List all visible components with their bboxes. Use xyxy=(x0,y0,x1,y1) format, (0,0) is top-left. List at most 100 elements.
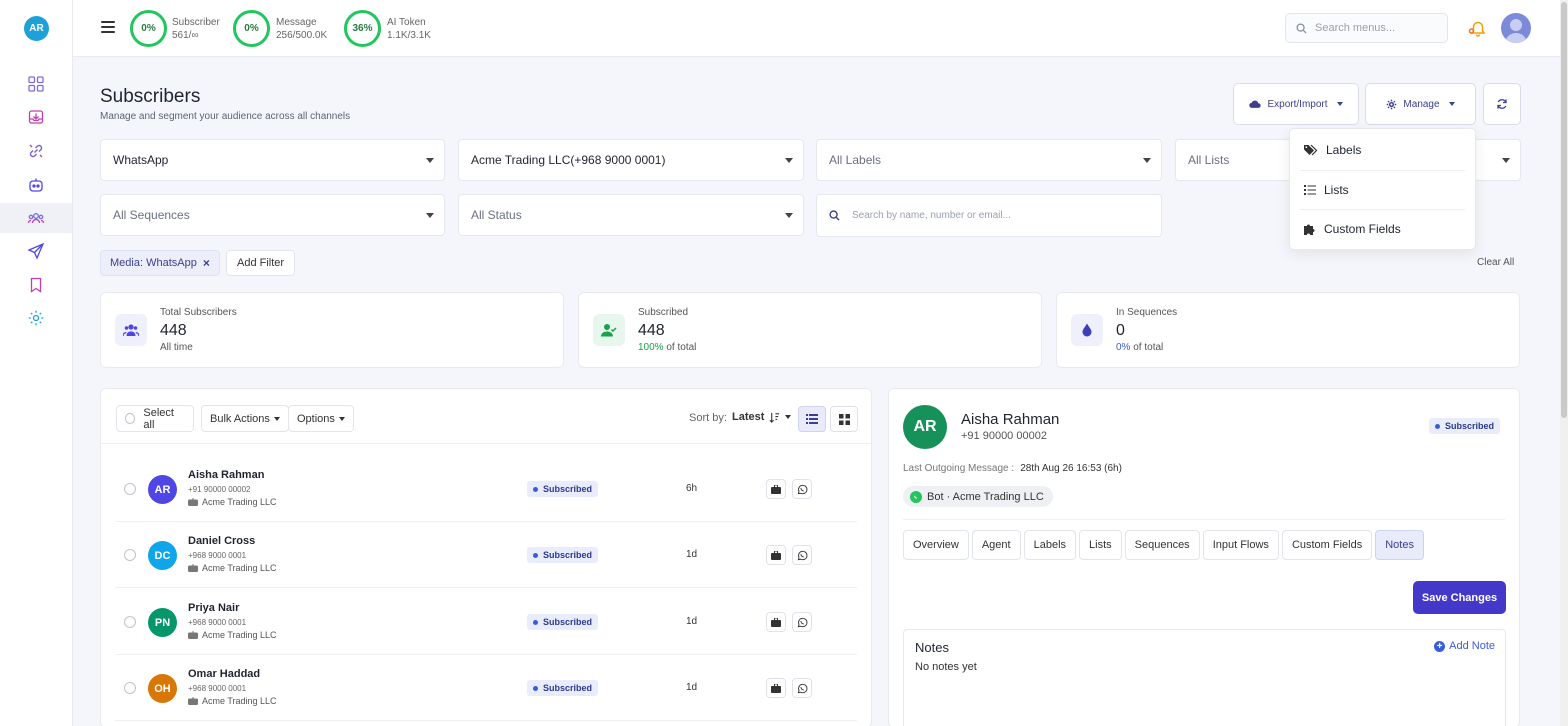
cloud-icon xyxy=(1249,100,1262,108)
ai-token-usage-ring: 36% xyxy=(344,10,381,47)
whatsapp-button[interactable] xyxy=(792,479,812,499)
tab-agent[interactable]: Agent xyxy=(971,530,1021,560)
clear-all-link[interactable]: Clear All xyxy=(1477,257,1514,268)
row-select-radio[interactable] xyxy=(124,549,136,561)
tab-notes[interactable]: Notes xyxy=(1375,530,1424,560)
list-icon xyxy=(1304,185,1316,195)
send-icon xyxy=(27,242,45,260)
link-icon xyxy=(29,144,43,158)
subscriber-search-input[interactable]: Search by name, number or email... xyxy=(816,194,1162,237)
briefcase-button[interactable] xyxy=(766,479,786,499)
briefcase-button[interactable] xyxy=(766,678,786,698)
briefcase-button[interactable] xyxy=(766,612,786,632)
workspace-avatar[interactable]: AR xyxy=(24,16,49,41)
tags-icon xyxy=(1304,144,1318,156)
add-filter-button[interactable]: Add Filter xyxy=(226,250,296,276)
close-icon[interactable]: × xyxy=(203,256,210,270)
row-select-radio[interactable] xyxy=(124,616,136,628)
subscribed-card: Subscribed 448 100% of total xyxy=(578,292,1042,368)
tab-custom-fields[interactable]: Custom Fields xyxy=(1281,530,1373,560)
user-avatar[interactable] xyxy=(1501,13,1531,43)
avatar: AR xyxy=(903,405,947,449)
status-select[interactable]: All Status xyxy=(458,194,804,236)
drop-icon xyxy=(1071,314,1103,346)
sidebar-item-dashboard[interactable] xyxy=(0,69,72,99)
manage-dropdown-menu: Labels Lists Custom Fields xyxy=(1289,128,1476,250)
select-all-toggle[interactable]: Select all xyxy=(116,405,194,432)
tab-labels[interactable]: Labels xyxy=(1023,530,1077,560)
refresh-icon xyxy=(1497,99,1507,109)
sidebar-item-inbox[interactable] xyxy=(0,102,72,132)
subscriber-usage-ring: 0% xyxy=(130,10,167,47)
notification-bell-icon[interactable] xyxy=(1468,18,1488,41)
menu-item-custom-fields[interactable]: Custom Fields xyxy=(1290,209,1475,249)
caret-down-icon xyxy=(426,158,434,163)
sort-desc-icon xyxy=(769,412,780,423)
tab-lists[interactable]: Lists xyxy=(1079,530,1122,560)
sidebar-item-subscribers[interactable] xyxy=(0,203,72,233)
scrollbar-thumb[interactable] xyxy=(1561,2,1567,418)
table-row[interactable]: AR Aisha Rahman +91 90000 00002 Acme Tra… xyxy=(115,456,857,522)
detail-tabs: Overview Agent Labels Lists Sequences In… xyxy=(903,530,1424,560)
export-import-button[interactable]: Export/Import xyxy=(1233,83,1359,125)
menu-item-lists[interactable]: Lists xyxy=(1290,170,1475,210)
whatsapp-button[interactable] xyxy=(792,678,812,698)
subscriber-usage-text: Subscriber 561/∞ xyxy=(172,17,220,41)
grid-view-button[interactable] xyxy=(830,406,858,432)
menu-toggle-icon[interactable] xyxy=(101,21,115,33)
row-select-radio[interactable] xyxy=(124,483,136,495)
add-note-button[interactable]: + Add Note xyxy=(1434,640,1495,652)
search-icon xyxy=(1296,22,1307,34)
sidebar-item-settings[interactable] xyxy=(0,303,72,333)
table-row[interactable]: PN Priya Nair +968 9000 0001 Acme Tradin… xyxy=(115,589,857,655)
sidebar-item-bots[interactable] xyxy=(0,170,72,200)
manage-button[interactable]: Manage xyxy=(1365,83,1476,125)
bulk-actions-button[interactable]: Bulk Actions xyxy=(201,405,289,432)
robot-icon xyxy=(29,178,43,192)
bot-chip: Bot · Acme Trading LLC xyxy=(903,486,1053,507)
sidebar-item-broadcast[interactable] xyxy=(0,236,72,266)
channel-select[interactable]: WhatsApp xyxy=(100,139,445,181)
sidebar-item-templates[interactable] xyxy=(0,270,72,300)
sort-select[interactable]: Latest xyxy=(732,411,792,423)
avatar: PN xyxy=(148,608,177,637)
status-badge: Subscribed xyxy=(527,680,599,696)
refresh-button[interactable] xyxy=(1483,83,1521,125)
table-row[interactable]: OH Omar Haddad +968 9000 0001 Acme Tradi… xyxy=(115,655,857,721)
robot-icon xyxy=(188,564,198,572)
briefcase-icon xyxy=(771,683,781,693)
message-usage-ring: 0% xyxy=(233,10,270,47)
caret-down-icon xyxy=(785,213,793,218)
avatar: AR xyxy=(148,475,177,504)
users-icon xyxy=(27,213,45,224)
sequences-select[interactable]: All Sequences xyxy=(100,194,445,236)
menu-item-labels[interactable]: Labels xyxy=(1290,130,1475,170)
menu-search-input[interactable]: Search menus... xyxy=(1285,13,1448,43)
list-toolbar: Select all Bulk Actions Options Sort by:… xyxy=(101,389,871,444)
list-view-button[interactable] xyxy=(798,406,826,432)
avatar: DC xyxy=(148,541,177,570)
save-changes-button[interactable]: Save Changes xyxy=(1413,581,1506,614)
status-badge: Subscribed xyxy=(527,614,599,630)
whatsapp-button[interactable] xyxy=(792,545,812,565)
puzzle-icon xyxy=(1304,224,1315,235)
tab-input-flows[interactable]: Input Flows xyxy=(1202,530,1279,560)
caret-down-icon xyxy=(1502,158,1510,163)
row-select-radio[interactable] xyxy=(124,682,136,694)
account-select[interactable]: Acme Trading LLC(+968 9000 0001) xyxy=(458,139,804,181)
page-subtitle: Manage and segment your audience across … xyxy=(100,111,351,122)
sidebar-item-integrations[interactable] xyxy=(0,136,72,166)
options-button[interactable]: Options xyxy=(288,405,354,432)
tab-sequences[interactable]: Sequences xyxy=(1124,530,1200,560)
briefcase-button[interactable] xyxy=(766,545,786,565)
robot-icon xyxy=(188,498,198,506)
page-scrollbar[interactable] xyxy=(1560,0,1568,726)
select-all-radio[interactable] xyxy=(125,413,136,424)
tab-overview[interactable]: Overview xyxy=(903,530,969,560)
labels-select[interactable]: All Labels xyxy=(816,139,1162,181)
inbox-icon xyxy=(28,110,44,124)
chevron-down-icon xyxy=(1336,102,1343,106)
whatsapp-button[interactable] xyxy=(792,612,812,632)
gear-icon xyxy=(28,310,44,326)
table-row[interactable]: DC Daniel Cross +968 9000 0001 Acme Trad… xyxy=(115,522,857,588)
